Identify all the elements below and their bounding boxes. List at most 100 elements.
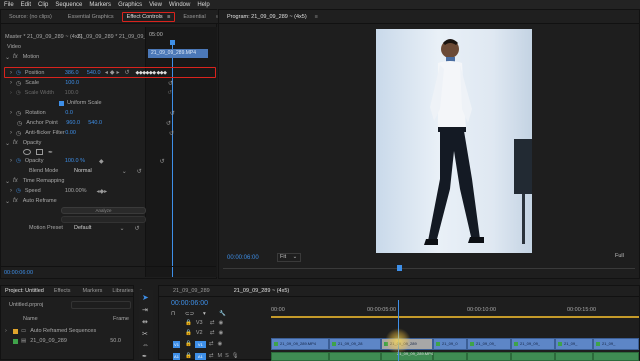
scale-row[interactable]: › ◷ Scale 100.0 ↺ <box>10 78 173 88</box>
chevron-right-icon[interactable]: › <box>5 328 13 334</box>
sync-icon[interactable]: ⇄ <box>209 341 214 347</box>
next-keyframe-icon[interactable]: ▸ <box>116 69 119 76</box>
reset-icon[interactable]: ↺ <box>169 130 174 137</box>
track-header-v2[interactable]: 🔒 V2 ⇄ ◉ <box>173 328 223 338</box>
menu-edit[interactable]: Edit <box>21 2 31 8</box>
auto-reframe-header[interactable]: ⌄ fx Auto Reframe <box>5 196 57 206</box>
reset-icon[interactable]: ↺ <box>168 80 173 87</box>
sync-icon[interactable]: ⇄ <box>210 320 215 326</box>
eye-icon[interactable]: ◉ <box>218 320 223 326</box>
lock-icon[interactable]: 🔒 <box>185 330 192 336</box>
chevron-down-icon[interactable]: ⌄ <box>5 54 10 61</box>
stopwatch-icon[interactable]: ◷ <box>16 70 21 76</box>
reset-icon[interactable]: ↺ <box>137 168 142 175</box>
solo-icon[interactable]: S <box>225 353 229 359</box>
scale-value[interactable]: 100.0 <box>65 80 79 86</box>
lock-icon[interactable]: 🔒 <box>185 353 192 359</box>
tab-project[interactable]: Project: Untitled <box>1 288 48 294</box>
timeline-clip[interactable]: 21_09_09_28 <box>329 338 381 350</box>
settings-icon[interactable]: 🔧 <box>219 311 226 317</box>
tab-markers[interactable]: Markers <box>77 288 109 294</box>
eye-icon[interactable]: ◉ <box>217 341 222 347</box>
chevron-down-icon[interactable]: ⌄ <box>119 225 124 232</box>
list-item[interactable]: ▤ 21_09_09_289 50.0 <box>5 336 133 346</box>
panel-menu-icon[interactable]: ≡ <box>167 14 170 20</box>
ellipse-mask-icon[interactable] <box>23 149 31 155</box>
program-timecode[interactable]: 00:00:06:00 <box>227 255 259 261</box>
pen-mask-icon[interactable]: ✒ <box>48 149 53 156</box>
tab-essential[interactable]: Essential <box>175 14 213 20</box>
timeline-clip[interactable]: 21_09_0 <box>433 338 467 350</box>
rotation-row[interactable]: › ◷ Rotation 0.0 ↺ <box>10 108 175 118</box>
panel-menu-icon[interactable]: ≡ <box>315 14 318 20</box>
anchor-row[interactable]: ◷ Anchor Point 960.0 540.0 ↺ <box>10 118 171 128</box>
add-keyframe-icon[interactable]: ◆ <box>99 158 104 165</box>
chevron-down-icon[interactable]: ⌄ <box>122 168 127 175</box>
stopwatch-icon[interactable]: ◷ <box>16 110 21 117</box>
ec-mini-clip[interactable]: 21_09_09_289.MP4 <box>148 49 208 58</box>
tab-timeline-1[interactable]: 21_09_09_289 <box>159 288 224 294</box>
stopwatch-icon[interactable]: ◷ <box>16 80 21 87</box>
stopwatch-icon[interactable]: ◷ <box>16 188 21 194</box>
project-search-input[interactable] <box>71 301 131 309</box>
reset-icon[interactable]: ↺ <box>134 225 139 232</box>
tab-libraries[interactable]: Libraries <box>108 288 137 294</box>
sync-icon[interactable]: ⇄ <box>209 353 214 359</box>
rectangle-mask-icon[interactable] <box>36 149 43 155</box>
add-marker-icon[interactable]: ▾ <box>203 311 206 317</box>
quality-select[interactable]: Full <box>615 253 637 262</box>
sync-icon[interactable]: ⇄ <box>210 330 215 336</box>
chevron-down-icon[interactable]: ⌄ <box>5 178 10 185</box>
tab-effects[interactable]: Effects <box>48 288 77 294</box>
add-keyframe-icon[interactable]: ◂◆▸ <box>97 188 108 195</box>
menu-help[interactable]: Help <box>197 2 209 8</box>
menu-view[interactable]: View <box>149 2 162 8</box>
program-scrubber-track[interactable] <box>223 268 635 269</box>
motion-row[interactable]: ⌄ fx Motion <box>5 52 39 62</box>
fit-select[interactable]: Fit ⌄ <box>277 253 301 262</box>
time-remap-header[interactable]: ⌄ fx Time Remapping <box>5 176 64 186</box>
track-select-tool-icon[interactable]: ⇥ <box>142 306 148 314</box>
menu-window[interactable]: Window <box>169 2 190 8</box>
program-title[interactable]: Program: 21_09_09_289 ~ (4x5) <box>219 14 315 20</box>
column-frame[interactable]: Frame <box>113 316 129 322</box>
chevron-down-icon[interactable]: ⌄ <box>5 198 10 205</box>
menu-markers[interactable]: Markers <box>89 2 111 8</box>
track-header-v1[interactable]: V1 🔒 V1 ⇄ ◉ <box>173 338 222 350</box>
blend-mode-select[interactable]: Normal <box>74 168 92 174</box>
chevron-right-icon[interactable]: › <box>10 130 12 136</box>
timeline-timecode[interactable]: 00:00:06:00 <box>171 300 208 307</box>
column-name[interactable]: Name <box>23 316 38 322</box>
track-header-v3[interactable]: 🔒 V3 ⇄ ◉ <box>173 318 223 328</box>
tab-effect-controls[interactable]: Effect Controls ≡ <box>121 11 176 22</box>
menu-file[interactable]: File <box>4 2 14 8</box>
analyze-button[interactable]: Analyze <box>61 207 146 214</box>
timeline-ruler[interactable]: 00:00 00:00:05:00 00:00:10:00 00:00:15:0… <box>271 300 639 318</box>
lock-icon[interactable]: 🔒 <box>185 320 192 326</box>
motion-preset-row[interactable]: Motion Preset Default ⌄ ↺ <box>29 223 140 233</box>
reset-icon[interactable]: ↺ <box>124 69 129 76</box>
position-x-value[interactable]: 386.0 <box>65 70 87 76</box>
chevron-down-icon[interactable]: ⌄ <box>5 140 10 147</box>
prev-keyframe-icon[interactable]: ◂ <box>105 69 108 76</box>
timeline-clip[interactable]: 21_09_09_ <box>511 338 555 350</box>
tab-source[interactable]: Source: (no clips) <box>1 14 60 20</box>
lock-icon[interactable]: 🔒 <box>185 341 192 347</box>
menu-graphics[interactable]: Graphics <box>118 2 142 8</box>
timeline-clip[interactable]: 21_09_ <box>593 338 639 350</box>
chevron-right-icon[interactable]: › <box>10 70 12 76</box>
master-clip-label[interactable]: Master * 21_09_09_289 ~ (4x5) <box>5 34 83 40</box>
flicker-row[interactable]: › ◷ Anti-flicker Filter 0.00 ↺ <box>10 128 174 138</box>
blend-row[interactable]: Blend Mode Normal ⌄ ↺ <box>29 166 142 176</box>
timeline-clip[interactable]: 21_09_ <box>555 338 593 350</box>
tab-essential-graphics[interactable]: Essential Graphics <box>60 14 122 20</box>
timeline-clip[interactable]: 21_09_09_289.MP4 <box>271 338 329 350</box>
stopwatch-icon[interactable]: ◷ <box>16 130 21 137</box>
menu-clip[interactable]: Clip <box>38 2 48 8</box>
position-row[interactable]: › ◷ Position 386.0 540.0 ◂ ◆ ▸ ↺ ◆◆◆◆◆◆ … <box>10 67 215 78</box>
anchor-y-value[interactable]: 540.0 <box>88 120 102 126</box>
ec-current-time[interactable]: 00:00:06:00 <box>4 270 33 276</box>
opacity-value[interactable]: 100.0 % <box>65 158 85 164</box>
linked-selection-icon[interactable]: ⊂⊃ <box>185 311 194 317</box>
position-y-value[interactable]: 540.0 <box>87 70 105 76</box>
